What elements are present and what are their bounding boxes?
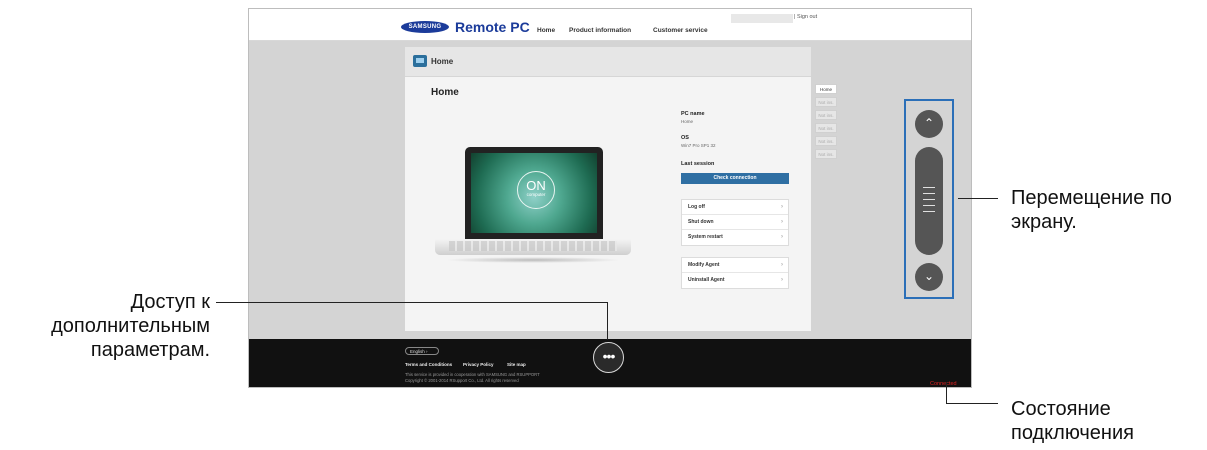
privacy-policy-link[interactable]: Privacy Policy [463,362,494,367]
language-label: English [410,349,425,354]
tab-pc-4[interactable]: Not ins. [815,123,837,133]
more-options-button[interactable]: ••• [593,342,624,373]
laptop-illustration: ON computer [465,147,603,239]
shut-down-button[interactable]: Shut down [682,215,788,230]
system-restart-button[interactable]: System restart [682,230,788,245]
scroll-callout-line [958,198,998,199]
connection-status: Connected [930,381,957,387]
site-map-link[interactable]: Site map [507,362,526,367]
power-status-subtext: computer [526,192,546,197]
pc-name-label: PC name [681,111,705,117]
tab-pc-2[interactable]: Not ins. [815,97,837,107]
laptop-shadow [445,257,621,263]
nav-home[interactable]: Home [537,27,555,34]
chevron-down-icon[interactable]: ⌄ [915,263,943,291]
log-off-button[interactable]: Log off [682,200,788,215]
os-value: Win7 Pro SP1 32 [681,143,716,148]
check-connection-button[interactable]: Check connection [681,173,789,184]
content-panel: Home Home ON computer PC name Home OS Wi… [405,47,811,331]
scroll-control-highlight: ⌃ ⌄ [904,99,954,299]
samsung-logo: SAMSUNG [401,21,449,33]
tab-pc-6[interactable]: Not ins. [815,149,837,159]
connection-status-annotation: Состояние подключения [1011,398,1134,444]
scroll-track[interactable] [915,147,943,255]
figure: SAMSUNG Remote PC Home Product informati… [0,0,1207,450]
tab-pc-5[interactable]: Not ins. [815,136,837,146]
language-selector[interactable]: English › [405,347,439,355]
more-options-annotation: Доступ к дополнительным параметрам. [51,291,210,361]
nav-customer-service[interactable]: Customer service [653,27,708,34]
footer-copyright: Copyright © 2001-2014 RSupport Co., Ltd.… [405,378,519,383]
home-icon [413,55,427,67]
grip-icon[interactable] [923,187,935,213]
power-status-text: ON [526,178,546,193]
user-name-area [731,14,793,23]
footer-notice: This service is provided in cooperation … [405,372,540,377]
panel-header: Home [405,47,811,77]
page-title: Home [431,87,459,98]
top-bar: SAMSUNG Remote PC Home Product informati… [249,9,971,41]
last-session-label: Last session [681,161,715,167]
sign-out-link[interactable]: | Sign out [794,14,817,20]
more-callout-line [216,302,607,303]
status-callout-line [946,403,998,404]
status-callout-drop [946,382,947,403]
panel-header-label: Home [431,57,454,66]
agent-actions: Modify Agent Uninstall Agent [681,257,789,289]
nav-product-information[interactable]: Product information [569,27,631,34]
remote-pc-screen: SAMSUNG Remote PC Home Product informati… [248,8,972,388]
os-label: OS [681,135,689,141]
app-title: Remote PC [455,19,530,35]
pc-name-value: Home [681,119,694,124]
chevron-up-icon[interactable]: ⌃ [915,110,943,138]
uninstall-agent-button[interactable]: Uninstall Agent [682,273,788,288]
power-status-ring: ON computer [517,171,555,209]
tab-home[interactable]: Home [815,84,837,94]
scroll-annotation: Перемещение по экрану. [1011,187,1172,233]
laptop-screen: ON computer [471,153,597,233]
terms-link[interactable]: Terms and Conditions [405,362,452,367]
more-callout-drop [607,302,608,340]
tab-pc-3[interactable]: Not ins. [815,110,837,120]
footer: English › Terms and Conditions Privacy P… [249,339,971,387]
laptop-keyboard [449,241,617,251]
modify-agent-button[interactable]: Modify Agent [682,258,788,273]
power-actions: Log off Shut down System restart [681,199,789,246]
